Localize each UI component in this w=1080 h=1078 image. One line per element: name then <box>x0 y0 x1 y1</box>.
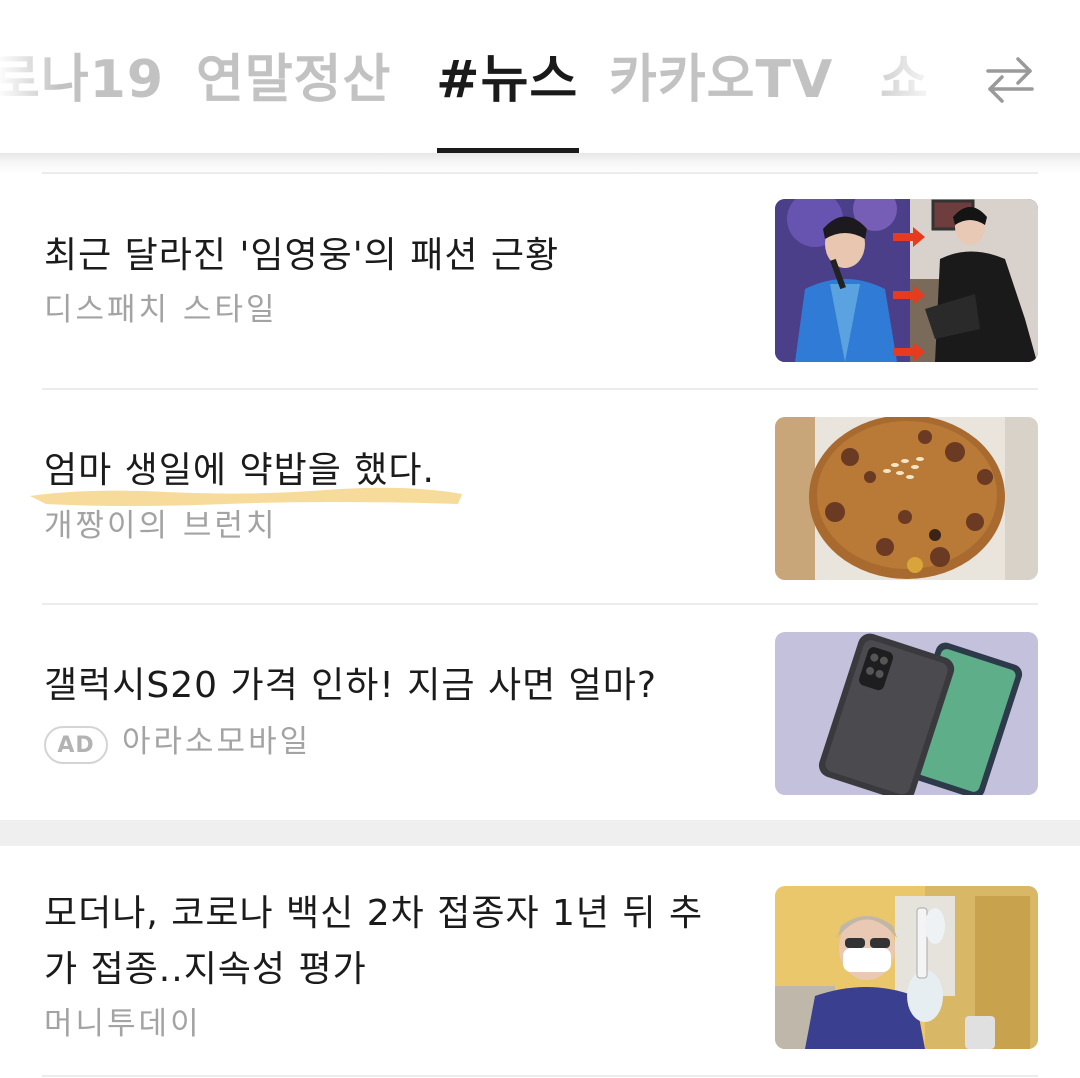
news-title[interactable]: 최근 달라진 '임영웅'의 패션 근황 <box>44 228 559 284</box>
news-source: 아라소모바일 <box>122 724 312 760</box>
category-tab-bar: 로나19 연말정산 #뉴스 카카오TV 쇼 <box>0 0 1080 155</box>
news-thumbnail-galaxy[interactable] <box>775 632 1038 795</box>
divider <box>42 172 1038 174</box>
news-title-line2[interactable]: 가 접종..지속성 평가 <box>44 942 367 998</box>
divider <box>42 388 1038 390</box>
news-source: 머니투데이 <box>44 1006 202 1042</box>
tab-fade-right <box>860 30 970 130</box>
news-title-line1[interactable]: 모더나, 코로나 백신 2차 접종자 1년 뒤 추 <box>44 886 703 942</box>
tab-fade-left <box>0 30 60 130</box>
news-source: 개짱이의 브런치 <box>44 508 278 544</box>
tab-news[interactable]: #뉴스 <box>436 40 578 120</box>
news-feed-screen: 로나19 연말정산 #뉴스 카카오TV 쇼 최근 달라진 '임영웅'의 패션 근… <box>0 0 1080 1078</box>
tab-year-end-tax[interactable]: 연말정산 <box>196 40 391 120</box>
swap-tabs-button[interactable] <box>970 45 1050 115</box>
news-source: 디스패치 스타일 <box>44 292 278 328</box>
section-separator <box>0 820 1080 846</box>
news-thumbnail-yakbap[interactable] <box>775 417 1038 580</box>
news-thumbnail-vaccine[interactable] <box>775 886 1038 1049</box>
news-title[interactable]: 엄마 생일에 약밥을 했다. <box>44 443 435 499</box>
news-title[interactable]: 갤럭시S20 가격 인하! 지금 사면 얼마? <box>44 658 657 714</box>
divider <box>42 603 1038 605</box>
news-thumbnail-fashion[interactable] <box>775 199 1038 362</box>
divider <box>42 1075 1038 1077</box>
tab-kakao-tv[interactable]: 카카오TV <box>609 40 833 120</box>
ad-badge: AD <box>44 726 108 764</box>
swap-arrows-icon <box>986 57 1034 103</box>
